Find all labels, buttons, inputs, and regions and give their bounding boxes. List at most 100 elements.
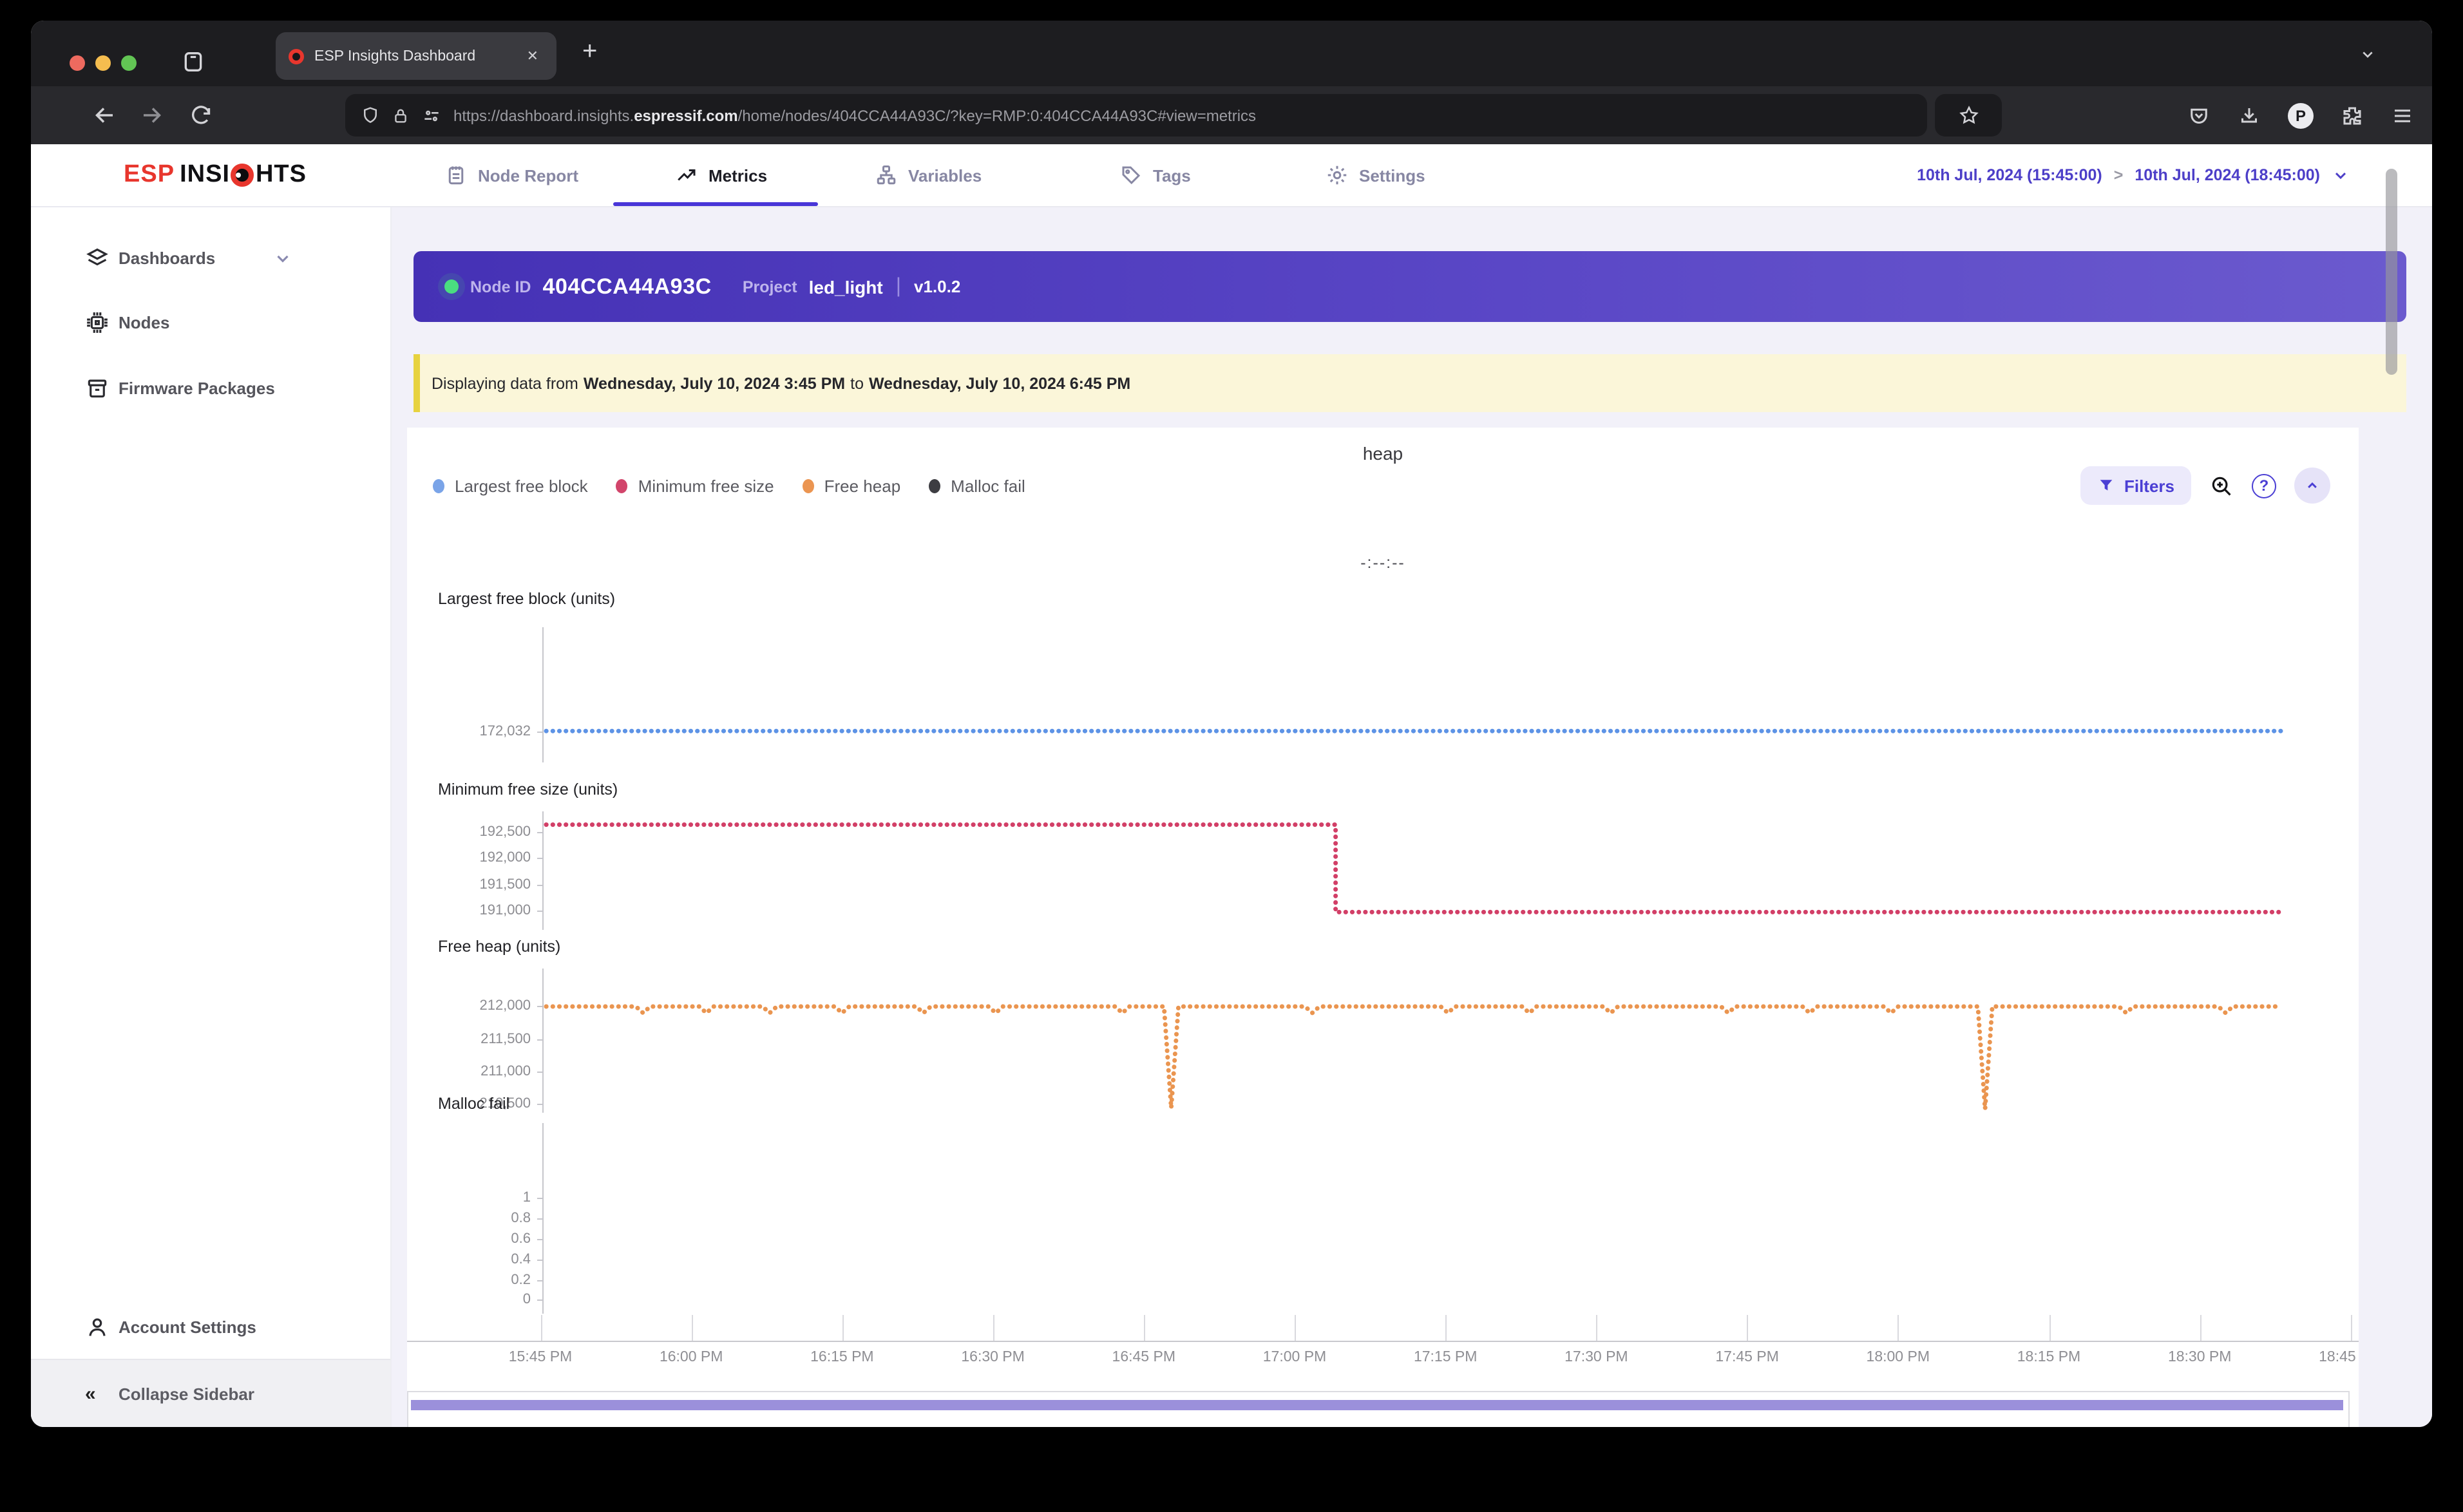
- x-tick-label: 17:15 PM: [1413, 1350, 1478, 1365]
- x-tick-mark: [842, 1315, 844, 1341]
- back-icon[interactable]: [90, 102, 117, 129]
- screenshot-stage: ESP Insights Dashboard ✕ + https://dashb…: [0, 0, 2463, 1512]
- legend-item-largest-free-block[interactable]: Largest free block: [433, 477, 588, 496]
- lock-icon[interactable]: [392, 106, 410, 124]
- browser-vertical-scrollbar-thumb[interactable]: [2386, 169, 2397, 375]
- y-tick-mark: [537, 858, 544, 860]
- sidebar-item-nodes[interactable]: Nodes: [31, 296, 390, 348]
- y-tick-label: 0.2: [511, 1272, 531, 1288]
- extensions-puzzle-icon[interactable]: [2341, 104, 2364, 127]
- x-tick-label: 17:30 PM: [1564, 1350, 1628, 1365]
- tab-settings[interactable]: Settings: [1326, 144, 1425, 206]
- y-tick-label: 0.4: [511, 1251, 531, 1267]
- download-icon[interactable]: [2238, 104, 2261, 127]
- y-tick-label: 192,500: [479, 824, 531, 840]
- url-bar[interactable]: https://dashboard.insights.espressif.com…: [345, 94, 1927, 137]
- sidebar-item-account-settings[interactable]: Account Settings: [31, 1301, 390, 1352]
- playback-timer: -:--:--: [1360, 554, 1405, 572]
- legend-dot: [433, 479, 444, 493]
- x-tick-mark: [993, 1315, 994, 1341]
- logo-eye-icon: [231, 164, 254, 187]
- app-header: ESP INSI HTS Node Report Metrics Variables…: [31, 144, 2432, 207]
- help-icon[interactable]: ?: [2252, 473, 2276, 498]
- y-tick-label: 212,000: [479, 998, 531, 1014]
- logo-hts: HTS: [255, 161, 307, 188]
- y-tick-mark: [537, 731, 544, 733]
- x-tick-mark: [2049, 1315, 2050, 1341]
- tab-variables[interactable]: Variables: [875, 144, 982, 206]
- menu-hamburger-icon[interactable]: [2391, 104, 2414, 127]
- chart-title-malloc-fail: Malloc fail: [438, 1095, 510, 1113]
- x-axis: 15:45 PM 16:00 PM 16:15 PM 16:30 PM 16:45 PM…: [407, 1315, 2359, 1391]
- tab-tags[interactable]: Tags: [1119, 144, 1191, 206]
- tab-overview-icon[interactable]: [180, 49, 206, 75]
- project-name: led_light: [808, 276, 883, 297]
- sidebar-item-label: Dashboards: [119, 248, 216, 267]
- collapse-panel-chevron-up-icon[interactable]: [2294, 468, 2330, 504]
- profile-avatar[interactable]: P: [2288, 102, 2314, 128]
- x-axis-line: [407, 1341, 2359, 1342]
- node-id-value: 404CCA44A93C: [542, 274, 712, 298]
- legend-item-free-heap[interactable]: Free heap: [802, 477, 901, 496]
- new-tab-button[interactable]: +: [582, 37, 597, 67]
- shield-icon[interactable]: [361, 106, 380, 125]
- permissions-icon[interactable]: [421, 105, 442, 126]
- pocket-icon[interactable]: [2187, 104, 2211, 127]
- zoom-window-button[interactable]: [121, 55, 137, 71]
- chevron-down-icon[interactable]: [273, 248, 292, 267]
- y-tick-label: 0.6: [511, 1231, 531, 1247]
- legend-label: Free heap: [824, 477, 901, 496]
- legend-item-minimum-free-size[interactable]: Minimum free size: [616, 477, 774, 496]
- tab-metrics[interactable]: Metrics: [675, 144, 767, 206]
- chart-plot-minimum-free-size[interactable]: 192,500 192,000 191,500 191,000: [479, 811, 2352, 930]
- date-range-picker[interactable]: 10th Jul, 2024 (15:45:00) > 10th Jul, 20…: [1917, 144, 2350, 206]
- person-icon: [85, 1314, 109, 1339]
- legend-item-malloc-fail[interactable]: Malloc fail: [929, 477, 1025, 496]
- y-tick-label: 191,500: [479, 876, 531, 893]
- x-tick-mark: [540, 1315, 542, 1341]
- sidebar-item-label: Nodes: [119, 312, 170, 332]
- x-tick-label: 16:00 PM: [659, 1350, 723, 1365]
- horizontal-scrollbar-thumb[interactable]: [411, 1400, 2343, 1410]
- url-text[interactable]: https://dashboard.insights.espressif.com…: [453, 106, 1256, 124]
- collapse-sidebar-label: Collapse Sidebar: [119, 1384, 254, 1403]
- y-tick-mark: [537, 1006, 544, 1008]
- layers-icon: [85, 245, 109, 270]
- collapse-sidebar-button[interactable]: « Collapse Sidebar: [31, 1360, 390, 1427]
- sidebar: Dashboards Nodes Firmware Packages Accou…: [31, 207, 392, 1427]
- chart-plot-largest-free-block[interactable]: 172,032: [479, 627, 2352, 762]
- esp-insights-logo[interactable]: ESP INSI HTS: [124, 161, 307, 189]
- project-label: Project: [742, 278, 797, 296]
- y-tick-mark: [537, 1239, 544, 1241]
- horizontal-scrollbar-track[interactable]: [407, 1391, 2350, 1427]
- chart-title-free-heap: Free heap (units): [438, 938, 561, 956]
- minimize-window-button[interactable]: [95, 55, 111, 71]
- tag-icon: [1119, 164, 1143, 187]
- filters-button[interactable]: Filters: [2080, 466, 2191, 505]
- hierarchy-icon: [875, 164, 898, 187]
- x-tick-label: 18:30 PM: [2167, 1350, 2232, 1365]
- tab-close-icon[interactable]: ✕: [522, 45, 544, 67]
- zoom-in-icon[interactable]: [2209, 473, 2234, 498]
- legend-dot: [802, 479, 814, 493]
- sidebar-item-dashboards[interactable]: Dashboards: [31, 232, 390, 283]
- bookmark-star-icon[interactable]: [1935, 94, 2002, 137]
- sidebar-item-label: Account Settings: [119, 1317, 256, 1336]
- tab-label: Variables: [908, 165, 982, 185]
- forward-icon[interactable]: [139, 102, 166, 129]
- y-tick-mark: [537, 1104, 544, 1106]
- chart-title-minimum-free-size: Minimum free size (units): [438, 780, 618, 799]
- browser-window: ESP Insights Dashboard ✕ + https://dashb…: [31, 21, 2432, 1427]
- close-window-button[interactable]: [70, 55, 85, 71]
- sidebar-item-firmware-packages[interactable]: Firmware Packages: [31, 362, 390, 413]
- y-tick-label: 0: [522, 1292, 531, 1308]
- node-info-banner: Node ID 404CCA44A93C Project led_light |…: [414, 251, 2406, 322]
- tab-node-report[interactable]: Node Report: [444, 144, 578, 206]
- metrics-chart-card: heap Largest free block Minimum free siz…: [407, 428, 2359, 1427]
- reload-icon[interactable]: [188, 102, 214, 128]
- chart-plot-free-heap[interactable]: 212,000 211,500 211,000 210,500: [479, 969, 2352, 1113]
- browser-tab[interactable]: ESP Insights Dashboard ✕: [276, 32, 556, 80]
- y-tick-mark: [537, 1198, 544, 1200]
- chart-plot-malloc-fail[interactable]: 1 0.8 0.6 0.4 0.2 0: [511, 1123, 2352, 1314]
- tabs-dropdown-chevron-icon[interactable]: [2357, 44, 2378, 64]
